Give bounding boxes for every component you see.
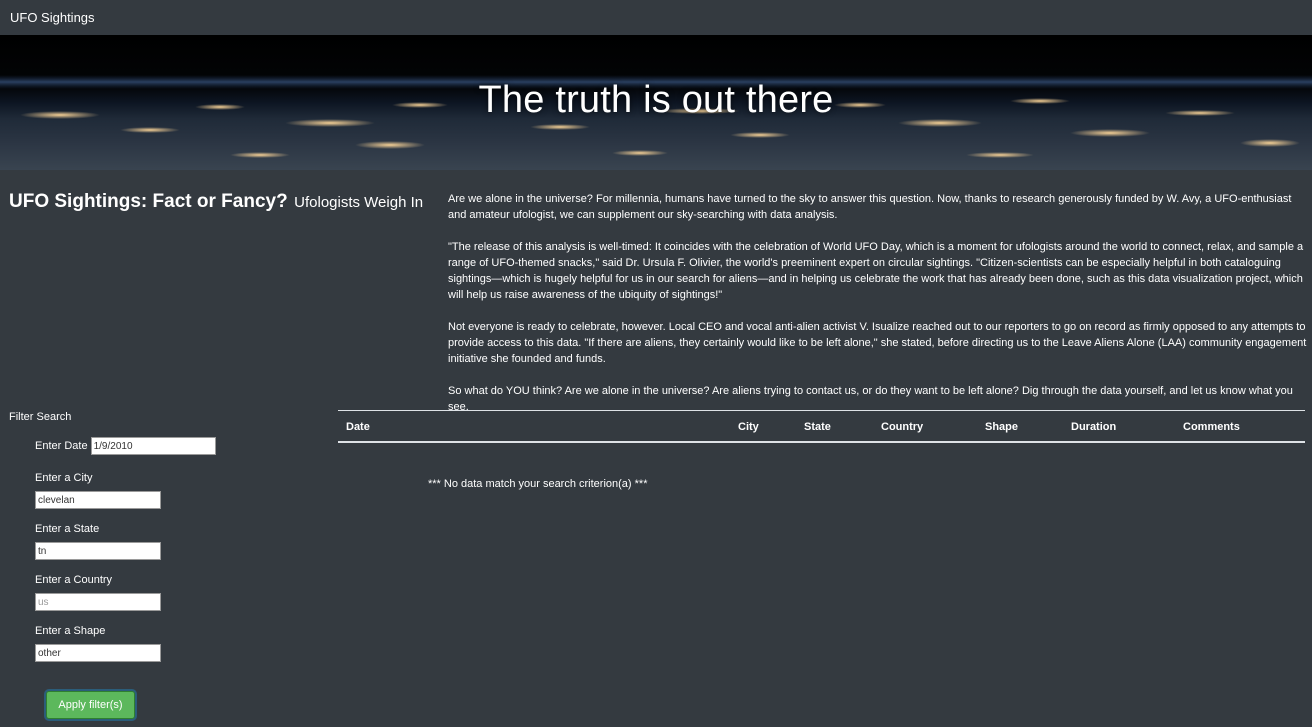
column-header-country: Country <box>881 421 924 433</box>
state-input[interactable] <box>35 542 161 560</box>
column-header-state: State <box>804 421 831 433</box>
country-filter: Enter a Country <box>35 574 161 611</box>
column-header-comments: Comments <box>1183 421 1240 433</box>
article-body: Are we alone in the universe? For millen… <box>448 191 1310 431</box>
hero-title: The truth is out there <box>478 79 834 121</box>
article-paragraph: "The release of this analysis is well-ti… <box>448 241 1304 301</box>
article-title: UFO Sightings: Fact or Fancy? Ufologists… <box>9 191 423 213</box>
country-input[interactable] <box>35 593 161 611</box>
city-label: Enter a City <box>35 472 93 484</box>
navbar-brand[interactable]: UFO Sightings <box>10 10 95 25</box>
table-header: Date City State Country Shape Duration C… <box>338 410 1305 443</box>
article-paragraph: Are we alone in the universe? For millen… <box>448 193 1292 221</box>
column-header-shape: Shape <box>985 421 1019 433</box>
hero-banner: The truth is out there <box>0 35 1312 170</box>
ufo-table: Date City State Country Shape Duration C… <box>338 410 1305 443</box>
column-header-date: Date <box>346 421 370 433</box>
country-label: Enter a Country <box>35 574 113 586</box>
no-data-message: *** No data match your search criterion(… <box>428 478 648 490</box>
filter-search-title: Filter Search <box>9 411 72 423</box>
date-input[interactable] <box>90 437 216 455</box>
article-heading: UFO Sightings: Fact or Fancy? <box>9 191 288 212</box>
article-paragraph: Not everyone is ready to celebrate, howe… <box>448 321 1307 365</box>
date-filter: Enter Date <box>35 437 216 455</box>
shape-input[interactable] <box>35 644 161 662</box>
city-filter: Enter a City <box>35 472 161 509</box>
state-filter: Enter a State <box>35 523 161 560</box>
article-subheading: Ufologists Weigh In <box>294 194 424 211</box>
state-label: Enter a State <box>35 523 100 535</box>
apply-filters-button[interactable]: Apply filter(s) <box>46 691 135 719</box>
city-input[interactable] <box>35 491 161 509</box>
column-header-duration: Duration <box>1071 421 1117 433</box>
shape-filter: Enter a Shape <box>35 625 161 662</box>
navbar: UFO Sightings <box>0 0 1312 35</box>
date-label: Enter Date <box>35 440 88 452</box>
shape-label: Enter a Shape <box>35 625 106 637</box>
column-header-city: City <box>738 421 759 433</box>
